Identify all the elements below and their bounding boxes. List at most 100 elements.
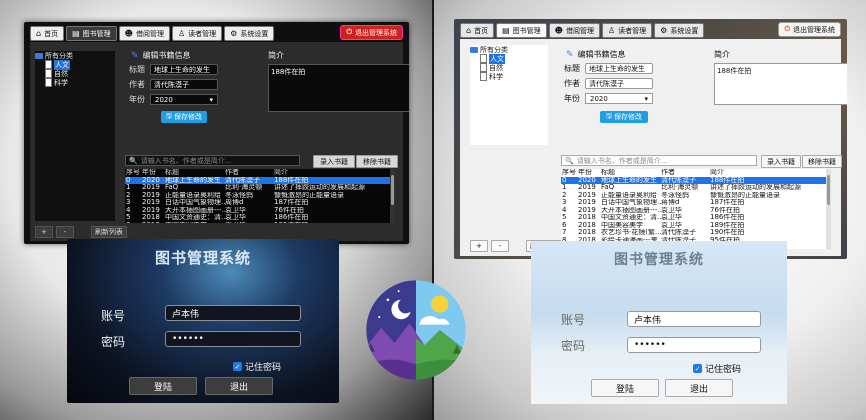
book-table[interactable]: 序号 年份 标题 作者 简介 0 2020 地球上生命的发生 清代陈漠子 188件在拍 1 2019… [125, 169, 395, 223]
table-row[interactable]: 3 2019 白话中国气象物理... 周博d 187件在拍 [125, 198, 395, 207]
remove-category-button[interactable]: - [491, 240, 509, 252]
remember-password-checkbox[interactable]: ✓ 记住密码 [233, 360, 281, 373]
table-cell: 187件在拍 [710, 199, 745, 206]
table-row[interactable]: 1 2019 FaQ 比利·海灵顿 讲述了摔跤运动的发展和起源 [561, 183, 831, 192]
tab-settings[interactable]: ⚙ 系统设置 [224, 26, 275, 41]
tab-book-management[interactable]: ▤ 图书管理 [496, 23, 547, 38]
table-scrollbar[interactable] [390, 169, 395, 223]
intro-field[interactable]: 188件在拍 [268, 64, 409, 112]
author-field[interactable]: 清代陈漠子 [150, 79, 218, 90]
password-field[interactable]: •••••• [165, 331, 301, 347]
tree-item-nature[interactable]: 自然 [35, 69, 115, 78]
category-tree[interactable]: 所有分类 人文 自然 科学 [470, 45, 548, 145]
scroll-thumb[interactable] [391, 175, 394, 205]
intro-field[interactable]: 188件在拍 [714, 63, 847, 105]
tree-root[interactable]: 所有分类 [35, 51, 115, 60]
add-category-button[interactable]: + [35, 226, 53, 238]
col-header[interactable]: 作者 [661, 169, 710, 177]
col-header[interactable]: 标题 [601, 169, 661, 177]
tab-book-management[interactable]: ▤ 图书管理 [66, 26, 117, 41]
year-select[interactable]: 2020 ▾ [585, 93, 653, 104]
table-row[interactable]: 4 2019 大开本插图画册---... 袁卫华 76件在拍 [561, 206, 831, 215]
delete-book-button[interactable]: 移除书籍 [802, 155, 842, 168]
table-cell: 地球上生命的发生 [165, 176, 221, 184]
tree-root[interactable]: 所有分类 [470, 45, 548, 54]
exit-button[interactable]: 退出 [665, 379, 733, 397]
table-header: 序号 年份 标题 作者 简介 [561, 169, 831, 177]
tree-buttons: + - 刷新列表 [35, 226, 127, 238]
table-cell: 袁卫华 [225, 214, 246, 221]
add-category-button[interactable]: + [470, 240, 488, 252]
table-row[interactable]: 3 2019 白话中国气象物理... 蒋博d 187件在拍 [561, 198, 831, 207]
table-cell: 186件在拍 [710, 214, 745, 221]
day-night-theme-icon [366, 280, 466, 380]
import-book-button[interactable]: 录入书籍 [761, 155, 801, 168]
save-changes-button[interactable]: 🖫 保存修改 [600, 111, 648, 123]
search-input[interactable]: 🔍 请输入书名、作者或是简介... [125, 155, 300, 166]
file-icon [480, 63, 487, 72]
tree-item-humanities[interactable]: 人文 [35, 59, 115, 70]
book-table[interactable]: 序号 年份 标题 作者 简介 0 2020 地球上生命的发生 清代陈漠子 188件在拍 1 2019… [561, 169, 831, 249]
refresh-list-button[interactable]: 刷新列表 [91, 226, 127, 238]
save-changes-button[interactable]: 🖫 保存修改 [161, 111, 207, 123]
tab-home[interactable]: ⌂ 首页 [30, 26, 65, 41]
table-scrollbar[interactable] [826, 169, 831, 249]
tab-label: 读者管理 [188, 29, 217, 38]
col-header[interactable]: 简介 [710, 169, 831, 177]
account-field[interactable]: 卢本伟 [165, 305, 301, 321]
tab-borrow-management[interactable]: ☻ 借阅管理 [118, 26, 170, 41]
remember-password-checkbox[interactable]: ✓ 记住密码 [693, 362, 741, 375]
table-row[interactable]: 62018中国美容美学袁卫华189件在拍 [125, 221, 395, 224]
book-icon: ▤ [72, 29, 80, 38]
login-button[interactable]: 登陆 [129, 377, 197, 395]
tree-item-nature[interactable]: 自然 [470, 63, 548, 72]
category-tree[interactable]: 所有分类 人文 自然 科学 [35, 51, 115, 221]
tab-settings[interactable]: ⚙ 系统设置 [654, 23, 705, 38]
logout-button[interactable]: ⏻ 退出管理系统 [778, 22, 841, 37]
year-row: 年份 2020 ▾ [564, 93, 653, 104]
table-cell: 189件在拍 [274, 222, 395, 224]
table-row[interactable]: 62018中国美容美学袁卫华189件在拍 [561, 221, 831, 230]
table-row[interactable]: 0 2020 地球上生命的发生 清代陈漠子 188件在拍 [561, 176, 831, 184]
author-field[interactable]: 清代陈漠子 [585, 78, 653, 89]
scroll-thumb[interactable] [827, 175, 830, 205]
table-row[interactable]: 2 2019 正能量语录奥利给 冬泳怪鸽 慷慨激昂的正能量语录 [125, 191, 395, 200]
tab-reader-management[interactable]: ♙ 读者管理 [171, 26, 223, 41]
search-placeholder: 请输入书名、作者或是简介... [140, 156, 232, 165]
table-row[interactable]: 7 2018 农艺珍书·花镜(繁... 清代陈漠子 190件在拍 [561, 228, 831, 237]
delete-book-button[interactable]: 移除书籍 [356, 155, 398, 168]
tab-label: 读者管理 [618, 26, 647, 35]
import-book-button[interactable]: 录入书籍 [313, 155, 355, 168]
col-header[interactable]: 标题 [165, 169, 225, 177]
table-row[interactable]: 2 2019 正能量语录奥利给 冬泳怪鸽 慷慨激昂的正能量语录 [561, 191, 831, 200]
logout-button[interactable]: ⏻ 退出管理系统 [340, 25, 403, 40]
col-header[interactable]: 简介 [274, 169, 395, 177]
table-cell: 189件在拍 [710, 221, 745, 229]
table-cell: 正能量语录奥利给 [601, 191, 657, 199]
table-row[interactable]: 0 2020 地球上生命的发生 清代陈漠子 188件在拍 [125, 176, 395, 184]
table-row[interactable]: 5 2018 中国文资通史：清... 袁卫华 186件在拍 [561, 213, 831, 222]
tab-label: 系统设置 [240, 29, 269, 38]
tree-item-humanities[interactable]: 人文 [470, 53, 548, 64]
tree-item-science[interactable]: 科学 [35, 78, 115, 87]
table-cell: 清代陈漠子 [661, 229, 696, 236]
table-row[interactable]: 1 2019 FaQ 比利·海灵顿 讲述了摔跤运动的发展和起源 [125, 183, 395, 192]
table-row[interactable]: 5 2018 中国文资通史：清... 袁卫华 186件在拍 [125, 213, 395, 222]
tree-item-science[interactable]: 科学 [470, 72, 548, 81]
tab-home[interactable]: ⌂ 首页 [460, 23, 495, 38]
table-row[interactable]: 4 2019 大开本插图画册---... 袁卫华 76件在拍 [125, 206, 395, 215]
title-field[interactable]: 地球上生命的发生 [150, 64, 218, 75]
tab-reader-management[interactable]: ♙ 读者管理 [601, 23, 653, 38]
table-cell: 农艺珍书·花镜(繁... [601, 229, 661, 236]
login-button[interactable]: 登陆 [591, 379, 659, 397]
tab-borrow-management[interactable]: ☻ 借阅管理 [548, 23, 600, 38]
year-select[interactable]: 2020 ▾ [150, 94, 218, 105]
account-field[interactable]: 卢本伟 [627, 311, 761, 327]
folder-icon [470, 46, 478, 53]
remove-category-button[interactable]: - [56, 226, 74, 238]
title-field[interactable]: 地球上生命的发生 [585, 63, 653, 74]
col-header[interactable]: 作者 [225, 169, 274, 177]
search-input[interactable]: 🔍 请输入书名、作者或是简介... [561, 155, 757, 166]
password-field[interactable]: •••••• [627, 337, 761, 353]
exit-button[interactable]: 退出 [205, 377, 273, 395]
